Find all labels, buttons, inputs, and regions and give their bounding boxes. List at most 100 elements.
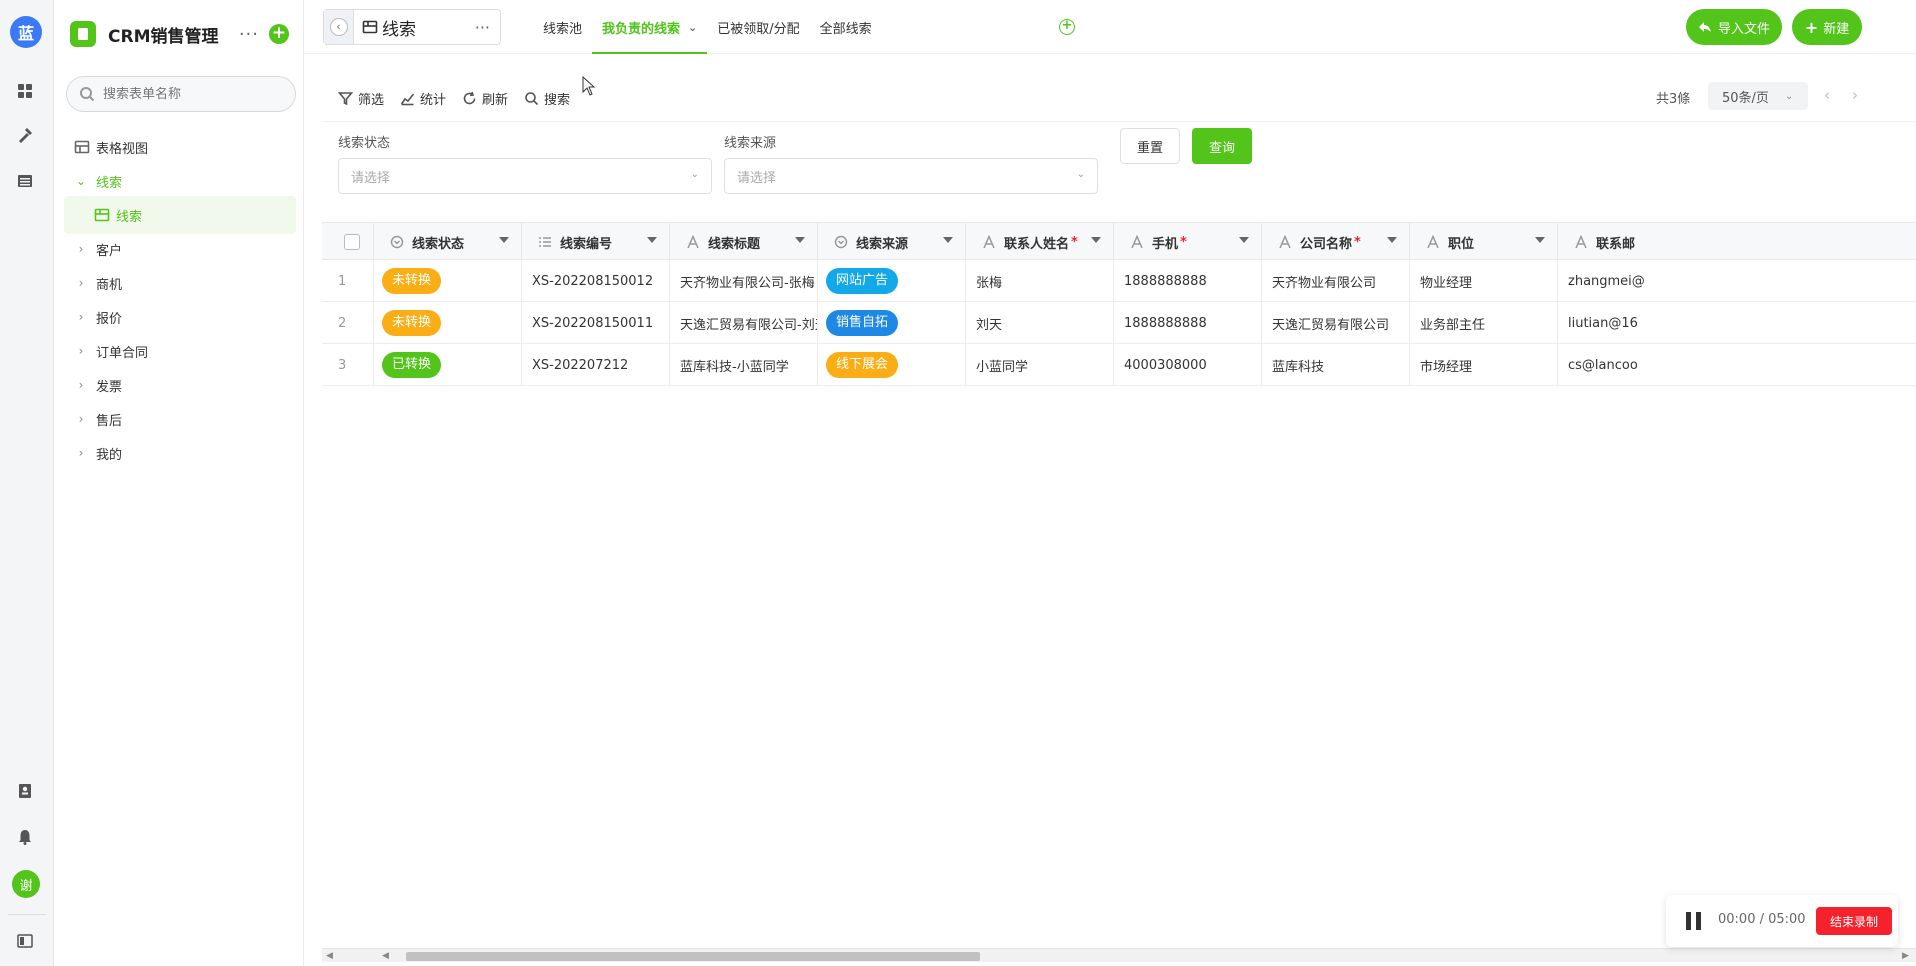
- import-file-button[interactable]: 导入文件: [1686, 9, 1782, 45]
- source-cell[interactable]: 销售自拓: [818, 302, 966, 344]
- code-cell[interactable]: XS-202208150012: [522, 260, 670, 302]
- column-header-title[interactable]: 线索标题: [670, 223, 818, 261]
- scroll-left-icon[interactable]: ◀: [382, 949, 389, 963]
- position-cell[interactable]: 物业经理: [1410, 260, 1558, 302]
- nav-group-invoices[interactable]: › 发票: [64, 366, 296, 404]
- more-icon[interactable]: ···: [239, 24, 259, 45]
- back-button[interactable]: ‹: [324, 10, 354, 44]
- phone-cell[interactable]: 1888888888: [1114, 302, 1262, 344]
- column-header-contact[interactable]: 联系人姓名 *: [966, 223, 1114, 261]
- filter-button[interactable]: 筛选: [338, 88, 384, 108]
- column-menu-icon[interactable]: [1387, 237, 1397, 243]
- dashboard-icon[interactable]: [14, 80, 36, 102]
- status-cell[interactable]: 已转换: [374, 344, 522, 386]
- source-cell[interactable]: 网站广告: [818, 260, 966, 302]
- page-size-select[interactable]: 50条/页 ⌄: [1708, 82, 1808, 110]
- email-cell[interactable]: zhangmei@: [1558, 260, 1916, 302]
- position-cell[interactable]: 市场经理: [1410, 344, 1558, 386]
- title-cell[interactable]: 蓝库科技-小蓝同学: [670, 344, 818, 386]
- column-menu-icon[interactable]: [943, 237, 953, 243]
- workspace-logo[interactable]: 蓝: [10, 16, 42, 48]
- tab-my-leads[interactable]: 我负责的线索 ⌄: [592, 0, 708, 54]
- user-avatar[interactable]: 谢: [12, 870, 40, 898]
- column-menu-icon[interactable]: [795, 237, 805, 243]
- phone-cell[interactable]: 1888888888: [1114, 260, 1262, 302]
- scroll-right-icon[interactable]: ▶: [1902, 949, 1909, 963]
- search-button[interactable]: 搜索: [524, 88, 570, 108]
- position-cell[interactable]: 业务部主任: [1410, 302, 1558, 344]
- query-button[interactable]: 查询: [1192, 128, 1252, 164]
- column-menu-icon[interactable]: [647, 237, 657, 243]
- pause-icon[interactable]: [1686, 912, 1702, 930]
- stop-recording-button[interactable]: 结束录制: [1816, 907, 1892, 935]
- title-cell[interactable]: 天逸汇贸易有限公司-刘天: [670, 302, 818, 344]
- table-row[interactable]: 3 已转换 XS-202207212 蓝库科技-小蓝同学 线下展会 小蓝同学 4…: [322, 344, 1916, 386]
- column-header-status[interactable]: 线索状态: [374, 223, 522, 261]
- nav-group-leads[interactable]: ⌄ 线索: [64, 162, 296, 200]
- contact-cell[interactable]: 刘天: [966, 302, 1114, 344]
- nav-group-after-sales[interactable]: › 售后: [64, 400, 296, 438]
- nav-item-leads[interactable]: 线索: [64, 196, 296, 234]
- form-search[interactable]: [66, 76, 296, 112]
- column-header-email[interactable]: 联系邮: [1558, 223, 1916, 261]
- tab-claimed-assigned[interactable]: 已被领取/分配: [707, 0, 809, 54]
- nav-item-table-view[interactable]: 表格视图: [64, 128, 296, 166]
- column-menu-icon[interactable]: [1535, 237, 1545, 243]
- company-cell[interactable]: 天齐物业有限公司: [1262, 260, 1410, 302]
- company-cell[interactable]: 蓝库科技: [1262, 344, 1410, 386]
- tools-icon[interactable]: [14, 124, 36, 146]
- scroll-left-icon[interactable]: ◀: [326, 949, 333, 963]
- column-menu-icon[interactable]: [1091, 237, 1101, 243]
- tab-all-leads[interactable]: 全部线索: [810, 0, 882, 54]
- column-menu-icon[interactable]: [1239, 237, 1249, 243]
- email-cell[interactable]: cs@lancoo: [1558, 344, 1916, 386]
- nav-group-opportunities[interactable]: › 商机: [64, 264, 296, 302]
- contact-cell[interactable]: 张梅: [966, 260, 1114, 302]
- select-all-checkbox[interactable]: [344, 234, 360, 250]
- refresh-button[interactable]: 刷新: [462, 88, 508, 108]
- add-form-button[interactable]: +: [269, 24, 289, 44]
- status-cell[interactable]: 未转换: [374, 260, 522, 302]
- column-header-code[interactable]: 线索编号: [522, 223, 670, 261]
- status-filter-select[interactable]: 请选择 ⌄: [338, 158, 712, 194]
- bell-icon[interactable]: [14, 826, 36, 848]
- chevron-down-icon[interactable]: ⌄: [688, 21, 697, 34]
- add-view-button[interactable]: +: [1059, 19, 1075, 35]
- collapse-sidebar-icon[interactable]: [14, 930, 36, 952]
- table-row[interactable]: 1 未转换 XS-202208150012 天齐物业有限公司-张梅 网站广告 张…: [322, 260, 1916, 302]
- status-cell[interactable]: 未转换: [374, 302, 522, 344]
- column-header-phone[interactable]: 手机 *: [1114, 223, 1262, 261]
- contacts-icon[interactable]: [14, 780, 36, 802]
- company-cell[interactable]: 天逸汇贸易有限公司: [1262, 302, 1410, 344]
- nav-group-quotes[interactable]: › 报价: [64, 298, 296, 336]
- title-cell[interactable]: 天齐物业有限公司-张梅: [670, 260, 818, 302]
- next-page-icon[interactable]: ›: [1852, 86, 1858, 104]
- page-more-icon[interactable]: ···: [475, 18, 490, 37]
- prev-page-icon[interactable]: ‹: [1824, 86, 1830, 104]
- nav-group-customers[interactable]: › 客户: [64, 230, 296, 268]
- form-search-input[interactable]: [103, 86, 283, 102]
- scrollbar-thumb[interactable]: [406, 952, 980, 961]
- code-cell[interactable]: XS-202207212: [522, 344, 670, 386]
- code-cell[interactable]: XS-202208150011: [522, 302, 670, 344]
- horizontal-scrollbar[interactable]: ◀ ◀ ▶: [322, 948, 1916, 962]
- table-view-icon: [74, 140, 90, 154]
- source-cell[interactable]: 线下展会: [818, 344, 966, 386]
- email-cell[interactable]: liutian@16: [1558, 302, 1916, 344]
- source-filter-select[interactable]: 请选择 ⌄: [724, 158, 1098, 194]
- column-header-company[interactable]: 公司名称 *: [1262, 223, 1410, 261]
- new-record-button[interactable]: + 新建: [1792, 9, 1862, 45]
- contact-cell[interactable]: 小蓝同学: [966, 344, 1114, 386]
- column-menu-icon[interactable]: [499, 237, 509, 243]
- nav-group-contracts[interactable]: › 订单合同: [64, 332, 296, 370]
- column-label: 线索状态: [412, 236, 465, 252]
- nav-group-mine[interactable]: › 我的: [64, 434, 296, 472]
- tab-lead-pool[interactable]: 线索池: [533, 0, 592, 54]
- table-row[interactable]: 2 未转换 XS-202208150011 天逸汇贸易有限公司-刘天 销售自拓 …: [322, 302, 1916, 344]
- reset-button[interactable]: 重置: [1120, 128, 1180, 164]
- column-header-source[interactable]: 线索来源: [818, 223, 966, 261]
- stats-button[interactable]: 统计: [400, 88, 446, 108]
- phone-cell[interactable]: 4000308000: [1114, 344, 1262, 386]
- table-icon[interactable]: [14, 170, 36, 192]
- column-header-position[interactable]: 职位: [1410, 223, 1558, 261]
